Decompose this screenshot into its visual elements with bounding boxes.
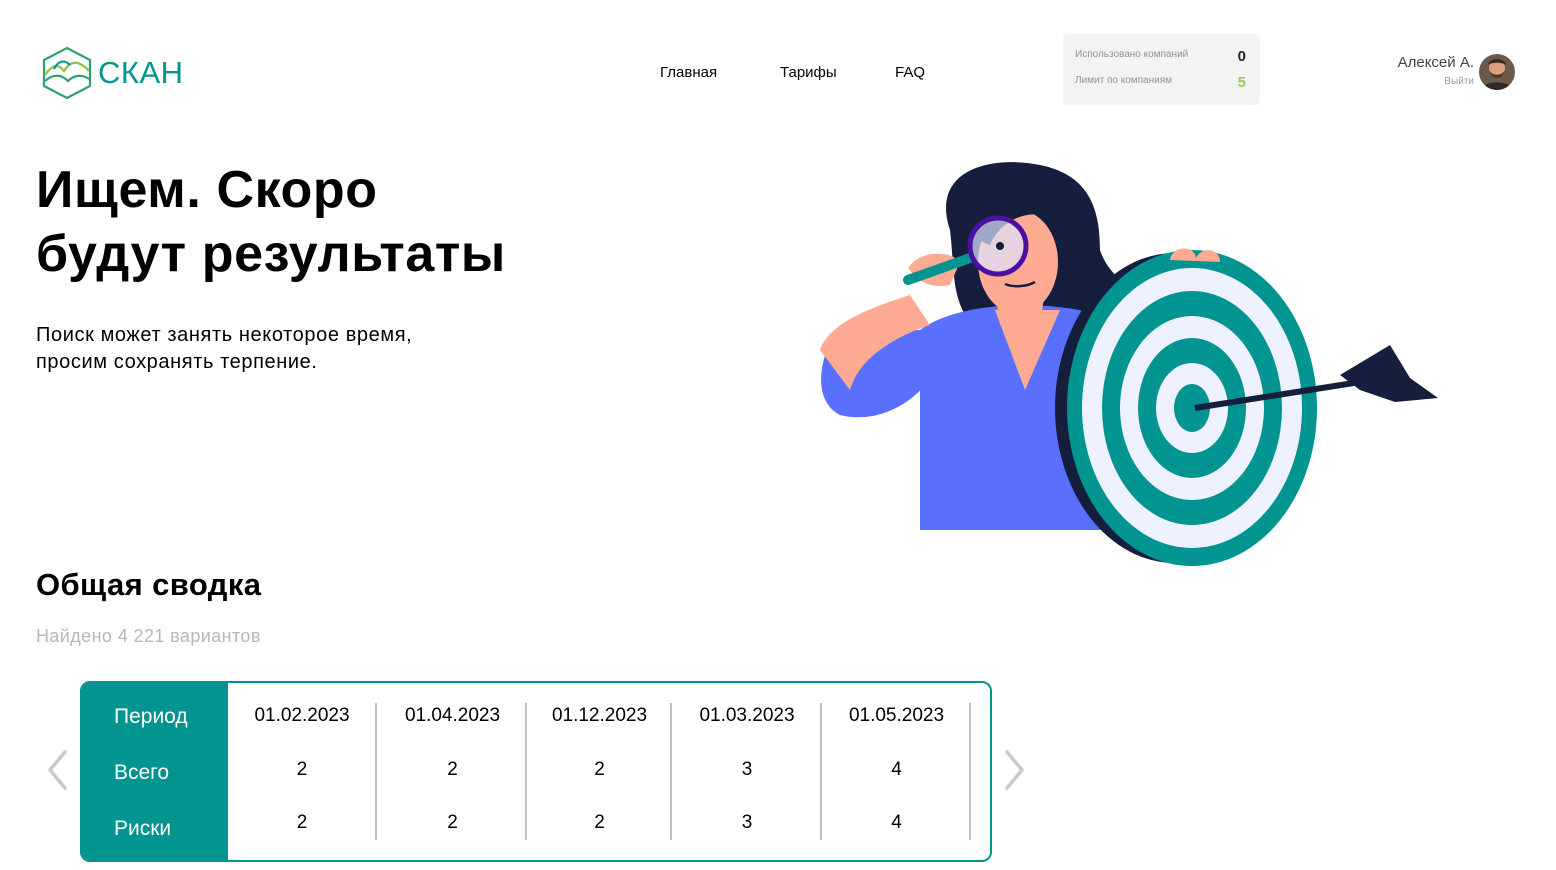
nav-link-faq[interactable]: FAQ: [895, 64, 925, 81]
user-avatar-icon: [1479, 54, 1515, 90]
row-label-period: Период: [114, 705, 188, 728]
found-count: Найдено 4 221 вариантов: [36, 626, 261, 646]
summary-column: 01.04.2023 2 2: [378, 683, 527, 860]
period-cell: 01.04.2023: [404, 705, 501, 726]
total-cell: 2: [296, 759, 308, 780]
risks-cell: 2: [296, 812, 308, 833]
used-companies-value: 0: [1237, 48, 1246, 65]
risks-cell: 2: [594, 812, 605, 833]
row-label-risks: Риски: [114, 817, 172, 840]
risks-cell: 3: [741, 812, 753, 833]
logo[interactable]: СКАН: [40, 45, 184, 101]
summary-column: 01.02.2023 2 2: [228, 683, 377, 860]
company-limits-panel: Использовано компаний 0 Лимит по компани…: [1063, 34, 1260, 105]
chevron-right-icon[interactable]: [1003, 749, 1027, 791]
company-limit-label: Лимит по компаниям: [1075, 75, 1173, 86]
period-cell: 01.05.2023: [848, 705, 945, 726]
summary-title: Общая сводка: [36, 567, 262, 602]
risks-cell: 2: [447, 812, 458, 833]
summary-table-header: Период Всего Риски: [82, 683, 228, 860]
logout-link[interactable]: Выйти: [1444, 76, 1474, 87]
hero-subtitle-line-2: просим сохранять терпение.: [36, 351, 318, 373]
company-limit-value: 5: [1237, 74, 1246, 91]
total-cell: 2: [594, 759, 605, 780]
hero-title: Ищем. Скоро будут результаты: [36, 158, 506, 286]
chevron-left-icon[interactable]: [45, 749, 69, 791]
logo-text: СКАН: [98, 55, 184, 90]
woman-with-target-illustration: [820, 162, 1438, 566]
summary-table: Период Всего Риски 01.02.2023 2 2 01.04.…: [80, 681, 992, 862]
nav-link-tariffs[interactable]: Тарифы: [780, 64, 837, 81]
period-cell: 01.03.2023: [699, 705, 795, 726]
column-divider: [969, 703, 971, 840]
period-cell: 01.12.2023: [551, 705, 648, 726]
row-label-total: Всего: [114, 761, 170, 784]
total-cell: 2: [447, 759, 458, 780]
risks-cell: 4: [891, 812, 902, 833]
total-cell: 4: [891, 759, 902, 780]
hero-title-line-1: Ищем. Скоро: [36, 161, 378, 219]
total-cell: 3: [741, 759, 753, 780]
user-name: Алексей А.: [1397, 54, 1474, 71]
column-divider: [375, 703, 377, 840]
hero-subtitle: Поиск может занять некоторое время, прос…: [36, 322, 412, 376]
used-companies-label: Использовано компаний: [1075, 49, 1189, 60]
nav-link-home[interactable]: Главная: [660, 64, 717, 81]
hero-title-line-2: будут результаты: [36, 225, 506, 283]
avatar[interactable]: [1479, 54, 1515, 90]
summary-column: 01.12.2023 2 2: [527, 683, 672, 860]
summary-column: 01.05.2023 4 4: [822, 683, 971, 860]
summary-column: 01.03.2023 3 3: [672, 683, 822, 860]
hero-subtitle-line-1: Поиск может занять некоторое время,: [36, 324, 413, 346]
period-cell: 01.02.2023: [254, 705, 350, 726]
logo-icon: [42, 46, 92, 100]
page: СКАН Главная Тарифы FAQ Использовано ком…: [0, 0, 1556, 870]
